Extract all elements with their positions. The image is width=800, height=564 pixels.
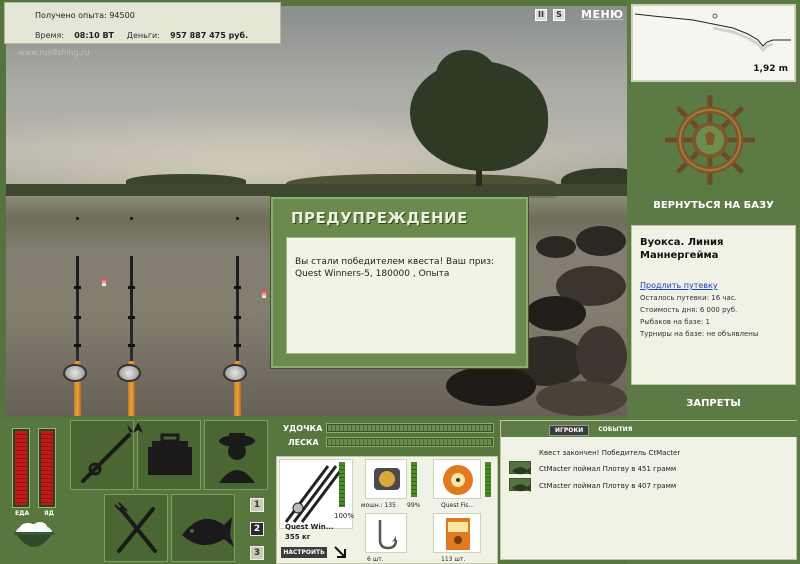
reel-icon bbox=[374, 468, 400, 490]
chat-header: ИГРОКИ СОБЫТИЯ bbox=[501, 421, 798, 437]
chat-panel: ИГРОКИ СОБЫТИЯ Квест закончен! Победител… bbox=[500, 420, 798, 560]
bobber-marker bbox=[76, 217, 79, 220]
reel-slot[interactable] bbox=[365, 459, 407, 499]
time-money: Время: 08:10 ВТ Деньги: 957 887 475 руб. bbox=[35, 31, 248, 40]
bobber-marker bbox=[236, 217, 239, 220]
location-info: Вуокса. Линия Маннергейма Продлить путев… bbox=[631, 225, 796, 385]
page-tab-1[interactable]: 1 bbox=[250, 498, 264, 512]
food-button[interactable] bbox=[104, 494, 168, 562]
float-icon bbox=[102, 278, 106, 286]
reel-power: мошн.: 135 bbox=[361, 502, 396, 509]
setup-button[interactable]: НАСТРОИТЬ bbox=[281, 547, 327, 558]
top-controls: II S МЕНЮ bbox=[535, 8, 624, 21]
sound-button[interactable]: S bbox=[553, 8, 565, 21]
depth-value: 1,92 m bbox=[753, 64, 788, 74]
shoreline bbox=[6, 184, 627, 196]
tournaments: Турниры на базе: не объявлены bbox=[640, 330, 759, 338]
dialog-message: Вы стали победителем квеста! Ваш приз: Q… bbox=[286, 237, 516, 354]
hook-count: 6 шт. bbox=[367, 556, 384, 563]
status-bars: ЕДА ЯД bbox=[10, 428, 62, 522]
tab-players[interactable]: ИГРОКИ bbox=[549, 425, 590, 436]
pot-icon[interactable] bbox=[10, 510, 58, 558]
game-screen: www.rusfishing.ru Получено опыта: 94500 … bbox=[0, 0, 800, 564]
chat-message: CtMacter поймал Плотву в 451 грамм bbox=[539, 465, 677, 473]
chat-message: Квест закончен! Победитель CtMacter bbox=[539, 449, 681, 457]
page-tab-2[interactable]: 2 bbox=[250, 522, 264, 536]
catch-button[interactable] bbox=[171, 494, 235, 562]
dialog-title: ПРЕДУПРЕЖДЕНИЕ bbox=[291, 209, 468, 227]
experience-value: 94500 bbox=[109, 11, 135, 20]
arrow-down-right-icon bbox=[334, 546, 346, 558]
gear-panel: 100% Quest Win... 355 кг НАСТРОИТЬ мошн.… bbox=[276, 456, 498, 564]
extend-trip-link[interactable]: Продлить путевку bbox=[640, 281, 718, 290]
back-to-base-button[interactable]: ВЕРНУТЬСЯ НА БАЗУ bbox=[627, 200, 800, 211]
rod-slot-2[interactable] bbox=[112, 256, 152, 416]
experience: Получено опыта: 94500 bbox=[35, 11, 135, 20]
rod-tool-button[interactable] bbox=[70, 420, 134, 490]
reel-icon bbox=[63, 364, 87, 382]
line-name: Quest Fis... bbox=[441, 502, 475, 509]
rod-tension-gauge bbox=[326, 423, 494, 433]
menu-button[interactable]: МЕНЮ bbox=[581, 8, 624, 21]
reel-icon bbox=[223, 364, 247, 382]
bait-count: 113 шт. bbox=[441, 556, 466, 563]
helm-wheel-icon[interactable] bbox=[664, 94, 756, 186]
trip-left: Осталось путевки: 16 час. bbox=[640, 294, 737, 302]
fish-icon bbox=[509, 461, 531, 475]
depth-map[interactable]: 1,92 m bbox=[631, 4, 796, 82]
chat-message: CtMacter поймал Плотву в 407 грамм bbox=[539, 482, 677, 490]
line-label: ЛЕСКА bbox=[288, 438, 319, 447]
fish-icon bbox=[182, 517, 234, 547]
reel-icon bbox=[117, 364, 141, 382]
character-button[interactable] bbox=[204, 420, 268, 490]
location-title: Вуокса. Линия Маннергейма bbox=[640, 237, 724, 261]
chat-tabs: ИГРОКИ СОБЫТИЯ bbox=[549, 425, 637, 436]
tackle-box-icon bbox=[148, 433, 192, 475]
line-condition-meter bbox=[485, 462, 491, 497]
bait-pack-icon bbox=[446, 518, 470, 550]
tackle-box-button[interactable] bbox=[137, 420, 201, 490]
pause-button[interactable]: II bbox=[535, 8, 547, 21]
bans-button[interactable]: ЗАПРЕТЫ bbox=[627, 398, 800, 409]
reel-condition-meter bbox=[411, 462, 417, 497]
float-icon bbox=[262, 290, 266, 298]
time-value: 08:10 ВТ bbox=[74, 31, 115, 40]
hook-icon bbox=[378, 520, 398, 550]
rod-name: Quest Win... bbox=[285, 523, 334, 531]
fishers-count: Рыбаков на базе: 1 bbox=[640, 318, 710, 326]
tree-crown-top bbox=[436, 50, 496, 100]
rod-slot-3[interactable] bbox=[218, 256, 258, 416]
fork-knife-icon bbox=[114, 502, 157, 553]
reel-condition: 99% bbox=[407, 502, 421, 509]
player-stats: Получено опыта: 94500 Время: 08:10 ВТ Де… bbox=[4, 2, 281, 44]
line-slot[interactable] bbox=[433, 459, 481, 499]
fish-icon bbox=[509, 478, 531, 492]
rod-condition-meter bbox=[339, 462, 345, 507]
rod-label: УДОЧКА bbox=[283, 424, 323, 433]
food-bar bbox=[12, 428, 30, 508]
day-cost: Стоимость дня: 6 000 руб. bbox=[640, 306, 738, 314]
poison-bar bbox=[38, 428, 56, 508]
line-tension-gauge bbox=[326, 437, 494, 447]
hook-slot[interactable] bbox=[365, 513, 407, 553]
cursor-icon bbox=[133, 422, 143, 433]
fisherman-icon bbox=[219, 433, 255, 483]
bobber-marker bbox=[130, 217, 133, 220]
page-tab-3[interactable]: 3 bbox=[250, 546, 264, 560]
time-label: Время: bbox=[35, 31, 65, 40]
bait-slot[interactable] bbox=[433, 513, 481, 553]
experience-label: Получено опыта: bbox=[35, 11, 107, 20]
line-spool-icon bbox=[443, 465, 473, 495]
tab-events[interactable]: СОБЫТИЯ bbox=[593, 425, 637, 436]
watermark: www.rusfishing.ru bbox=[18, 48, 90, 57]
rod-slot-1[interactable] bbox=[58, 256, 98, 416]
money-label: Деньги: bbox=[126, 31, 160, 40]
rod-weight: 355 кг bbox=[285, 533, 311, 541]
money-value: 957 887 475 руб. bbox=[170, 31, 249, 40]
fishing-rod-icon bbox=[81, 425, 133, 483]
rod-condition: 100% bbox=[334, 512, 355, 520]
warning-dialog[interactable]: ПРЕДУПРЕЖДЕНИЕ Вы стали победителем квес… bbox=[271, 197, 528, 368]
